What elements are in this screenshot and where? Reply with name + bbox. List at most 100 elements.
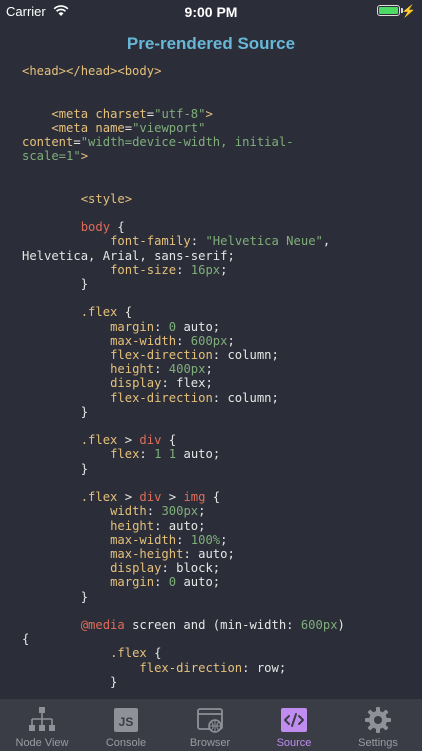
code-token: :	[176, 262, 191, 277]
code-token: >	[80, 149, 89, 164]
battery-icon	[377, 5, 400, 16]
code-token: auto;	[176, 319, 221, 334]
code-token: max-width	[110, 532, 177, 547]
code-token: }	[22, 461, 89, 476]
page-title: Pre-rendered Source	[126, 34, 296, 53]
source-code-view[interactable]: <head></head><body> <meta charset="utf-8…	[22, 64, 414, 696]
code-line: flex-direction: column;	[22, 348, 279, 362]
code-token: display	[110, 376, 162, 391]
code-token: margin	[110, 319, 155, 334]
code-line: flex-direction: row;	[22, 661, 286, 675]
code-token: font-family	[110, 234, 191, 249]
code-token: @media	[80, 617, 125, 632]
code-token: Helvetica, Arial, sans-serif;	[22, 248, 235, 263]
code-token: ;	[205, 362, 213, 377]
code-token: <head></head><body>	[22, 64, 162, 78]
code-token: content	[22, 135, 74, 150]
code-token: }	[22, 589, 89, 604]
code-token: charset	[95, 106, 147, 121]
code-token: ;	[227, 333, 235, 348]
code-token: }	[22, 277, 89, 292]
code-token: height	[110, 362, 155, 377]
code-token: : auto;	[183, 546, 235, 561]
code-line: display: block;	[22, 561, 220, 575]
code-line: @media screen and (min-width: 600px)	[22, 618, 345, 632]
code-token: ;	[198, 504, 206, 519]
tab-browser[interactable]: Browser	[168, 699, 252, 751]
code-token: scale=1"	[22, 149, 81, 164]
code-token: <style>	[80, 191, 133, 206]
tab-label: Source	[276, 737, 312, 749]
code-line: font-family: "Helvetica Neue",	[22, 234, 330, 248]
code-line: }	[22, 405, 88, 419]
status-time: 9:00 PM	[184, 4, 238, 20]
code-line: body {	[22, 220, 125, 234]
tab-console[interactable]: JS Console	[84, 699, 168, 751]
code-token: =	[146, 106, 155, 121]
code-token: :	[176, 532, 191, 547]
code-token: "width=device-width, initial-	[80, 135, 294, 150]
code-token: :	[154, 575, 169, 590]
code-token: <meta	[51, 106, 96, 121]
code-token: {	[110, 220, 125, 235]
code-token: name	[95, 120, 125, 135]
code-line: height: 400px;	[22, 362, 213, 376]
code-token: : row;	[242, 660, 287, 675]
code-token: {	[146, 646, 162, 661]
code-token: .flex	[80, 490, 118, 505]
code-line: }	[22, 462, 88, 476]
code-token: : column;	[212, 348, 279, 363]
code-line: margin: 0 auto;	[22, 575, 220, 589]
code-line: .flex {	[22, 305, 132, 319]
code-token: ;	[220, 262, 228, 277]
code-token: :	[146, 504, 162, 519]
tab-node-view[interactable]: Node View	[0, 699, 84, 751]
code-line: max-height: auto;	[22, 547, 235, 561]
code-token: {	[117, 305, 133, 320]
code-line: .flex > div {	[22, 433, 176, 447]
node-view-icon	[29, 707, 55, 731]
code-token: )	[337, 617, 345, 632]
code-token: {	[205, 490, 221, 505]
code-token: }	[22, 674, 118, 689]
tab-source[interactable]: Source	[252, 699, 336, 751]
code-line: <meta charset="utf-8">	[22, 106, 212, 121]
code-token: div	[139, 490, 162, 505]
code-line: max-width: 600px;	[22, 334, 235, 348]
tab-label: Browser	[189, 737, 231, 749]
code-token: screen and (min-width:	[124, 617, 301, 632]
code-line: flex-direction: column;	[22, 391, 279, 405]
code-token: 300px	[161, 504, 199, 519]
code-token: :	[154, 362, 169, 377]
code-line: }	[22, 675, 117, 689]
tab-settings[interactable]: Settings	[336, 699, 420, 751]
code-line: <head></head><body>	[22, 64, 161, 78]
code-line: width: 300px;	[22, 504, 205, 518]
code-token: }	[22, 404, 89, 419]
code-token: ,	[322, 234, 331, 249]
source-icon	[281, 708, 307, 732]
code-line: .flex > div > img {	[22, 490, 220, 504]
tab-label: Node View	[15, 737, 69, 749]
code-token: .flex	[80, 433, 118, 448]
svg-text:JS: JS	[119, 715, 134, 729]
code-token: ;	[220, 532, 228, 547]
code-token: "viewport"	[132, 120, 206, 135]
code-token: {	[22, 632, 30, 647]
